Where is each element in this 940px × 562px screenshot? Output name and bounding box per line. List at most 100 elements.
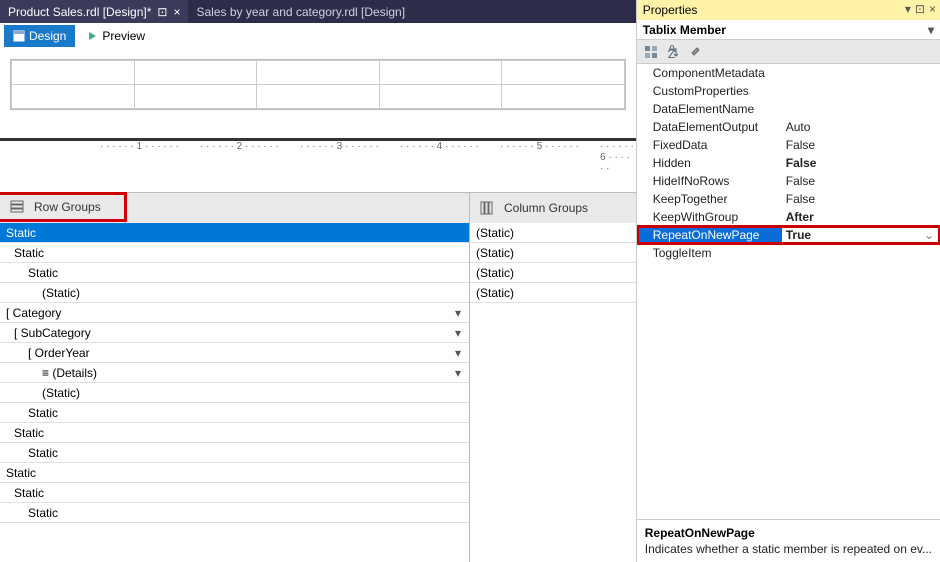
- group-label: Static: [0, 226, 467, 240]
- close-icon[interactable]: ×: [173, 5, 180, 19]
- row-group-item[interactable]: [ Category▾: [0, 303, 469, 323]
- property-value: True: [782, 228, 940, 242]
- row-group-item[interactable]: Static: [0, 483, 469, 503]
- design-surface[interactable]: [10, 59, 626, 110]
- close-icon[interactable]: ×: [929, 2, 936, 16]
- properties-panel: Properties ▾ ⊡ × Tablix Member ▾ AZ Comp…: [636, 0, 940, 562]
- doc-tab-sales-by-year[interactable]: Sales by year and category.rdl [Design]: [188, 0, 413, 23]
- property-row-repeatonnewpage[interactable]: RepeatOnNewPageTrue⌄: [637, 226, 940, 244]
- properties-subject[interactable]: Tablix Member ▾: [637, 20, 940, 40]
- property-row-dataelementname[interactable]: DataElementName: [637, 100, 940, 118]
- ruler-mark: · · · · · · 1 · · · · · ·: [100, 141, 179, 152]
- pin-icon[interactable]: ⊡: [915, 2, 925, 16]
- row-groups-header: Row Groups: [0, 192, 127, 222]
- property-row-dataelementoutput[interactable]: DataElementOutputAuto: [637, 118, 940, 136]
- row-group-item[interactable]: Static: [0, 463, 469, 483]
- design-label: Design: [29, 29, 66, 43]
- properties-description: RepeatOnNewPage Indicates whether a stat…: [637, 519, 940, 562]
- row-groups-title: Row Groups: [34, 200, 101, 214]
- property-row-keeptogether[interactable]: KeepTogetherFalse: [637, 190, 940, 208]
- preview-tab-button[interactable]: Preview: [77, 25, 154, 47]
- property-value: False: [782, 174, 940, 188]
- row-group-list: StaticStaticStatic(Static)[ Category▾[ S…: [0, 223, 469, 562]
- row-group-item[interactable]: (Static): [0, 283, 469, 303]
- categorized-button[interactable]: [641, 42, 661, 62]
- property-name: KeepWithGroup: [637, 210, 782, 224]
- property-name: FixedData: [637, 138, 782, 152]
- row-group-item[interactable]: ≡ (Details)▾: [0, 363, 469, 383]
- ruler: · · · · · · 1 · · · · · · · · · · · · 2 ·…: [0, 138, 636, 160]
- row-group-item[interactable]: Static: [0, 503, 469, 523]
- chevron-down-icon[interactable]: ▾: [449, 306, 467, 320]
- property-name: DataElementOutput: [637, 120, 782, 134]
- row-group-item[interactable]: [ SubCategory▾: [0, 323, 469, 343]
- document-tabs: Product Sales.rdl [Design]* ⊡ × Sales by…: [0, 0, 636, 23]
- ruler-mark: · · · · · · 5 · · · · · ·: [500, 141, 579, 152]
- design-tab-button[interactable]: Design: [4, 25, 75, 47]
- row-group-item[interactable]: Static: [0, 403, 469, 423]
- column-group-item[interactable]: (Static): [470, 283, 636, 303]
- group-label: Static: [0, 266, 467, 280]
- property-name: ComponentMetadata: [637, 66, 782, 80]
- property-row-hideifnorows[interactable]: HideIfNoRowsFalse: [637, 172, 940, 190]
- properties-title: Properties: [643, 3, 698, 17]
- chevron-down-icon: ▾: [928, 23, 934, 37]
- group-label: [ Category: [0, 306, 449, 320]
- chevron-down-icon[interactable]: ▾: [449, 326, 467, 340]
- svg-text:Z: Z: [668, 47, 675, 59]
- property-row-customproperties[interactable]: CustomProperties: [637, 82, 940, 100]
- ruler-mark: · · · · · · 3 · · · · · ·: [300, 141, 379, 152]
- chevron-down-icon[interactable]: ⌄: [924, 228, 934, 242]
- alphabetical-button[interactable]: AZ: [663, 42, 683, 62]
- group-label: Static: [0, 426, 467, 440]
- property-row-componentmetadata[interactable]: ComponentMetadata: [637, 64, 940, 82]
- group-label: [ SubCategory: [0, 326, 449, 340]
- group-label: (Static): [0, 286, 467, 300]
- desc-title: RepeatOnNewPage: [645, 526, 932, 540]
- column-group-item[interactable]: (Static): [470, 263, 636, 283]
- property-value: False: [782, 192, 940, 206]
- group-label: Static: [0, 506, 467, 520]
- ruler-mark: · · · · · · 2 · · · · · ·: [200, 141, 279, 152]
- row-group-item[interactable]: Static: [0, 243, 469, 263]
- property-row-keepwithgroup[interactable]: KeepWithGroupAfter: [637, 208, 940, 226]
- column-group-item[interactable]: (Static): [470, 243, 636, 263]
- doc-tab-label: Product Sales.rdl [Design]*: [8, 5, 151, 19]
- row-group-item[interactable]: (Static): [0, 383, 469, 403]
- pin-icon[interactable]: ⊡: [157, 5, 167, 19]
- properties-title-bar: Properties ▾ ⊡ ×: [637, 0, 940, 20]
- property-name: KeepTogether: [637, 192, 782, 206]
- group-label: Static: [0, 406, 467, 420]
- column-groups-panel: Column Groups (Static)(Static)(Static)(S…: [470, 193, 636, 562]
- preview-label: Preview: [102, 29, 145, 43]
- property-row-toggleitem[interactable]: ToggleItem: [637, 244, 940, 262]
- property-value: False: [782, 156, 940, 170]
- property-row-fixeddata[interactable]: FixedDataFalse: [637, 136, 940, 154]
- property-name: RepeatOnNewPage: [637, 228, 782, 242]
- group-label: Static: [0, 486, 467, 500]
- properties-toolbar: AZ: [637, 40, 940, 64]
- design-icon: [13, 30, 25, 42]
- row-group-item[interactable]: Static: [0, 223, 469, 243]
- row-group-item[interactable]: Static: [0, 423, 469, 443]
- column-group-item[interactable]: (Static): [470, 223, 636, 243]
- property-pages-button[interactable]: [685, 42, 705, 62]
- property-value: After: [782, 210, 940, 224]
- doc-tab-product-sales[interactable]: Product Sales.rdl [Design]* ⊡ ×: [0, 0, 188, 23]
- property-row-hidden[interactable]: HiddenFalse: [637, 154, 940, 172]
- group-label: (Static): [470, 226, 634, 240]
- dropdown-icon[interactable]: ▾: [905, 2, 911, 16]
- row-group-item[interactable]: Static: [0, 443, 469, 463]
- property-value: Auto: [782, 120, 940, 134]
- desc-text: Indicates whether a static member is rep…: [645, 542, 932, 556]
- rows-icon: [10, 200, 24, 214]
- property-name: ToggleItem: [637, 246, 782, 260]
- column-groups-header: Column Groups: [470, 193, 636, 223]
- chevron-down-icon[interactable]: ▾: [449, 366, 467, 380]
- row-group-item[interactable]: Static: [0, 263, 469, 283]
- groups-pane: Row Groups StaticStaticStatic(Static)[ C…: [0, 192, 636, 562]
- chevron-down-icon[interactable]: ▾: [449, 346, 467, 360]
- preview-icon: [86, 30, 98, 42]
- row-group-item[interactable]: [ OrderYear▾: [0, 343, 469, 363]
- subject-label: Tablix Member: [643, 23, 726, 37]
